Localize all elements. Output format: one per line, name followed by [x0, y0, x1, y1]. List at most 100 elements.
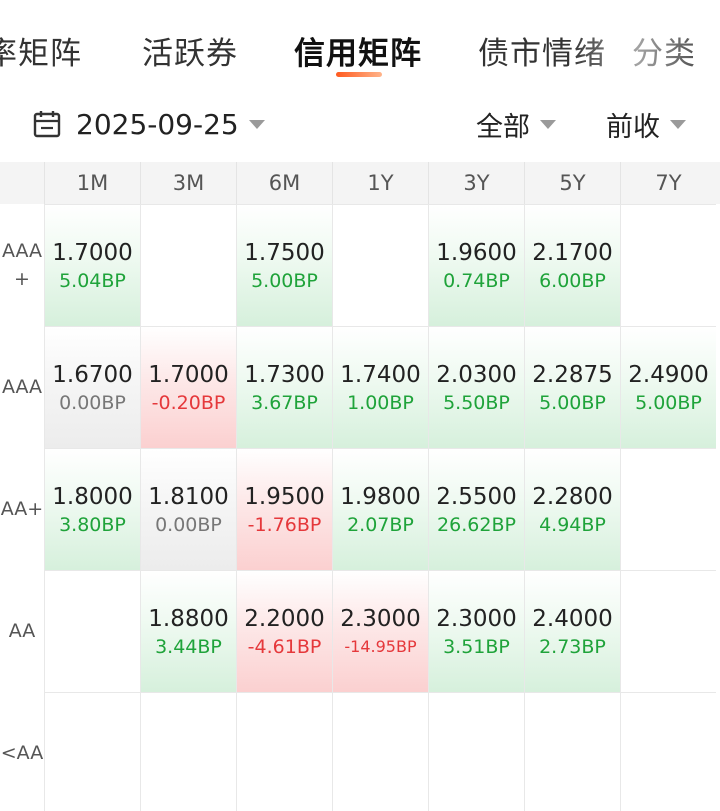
- chevron-down-icon: [248, 119, 265, 129]
- yield-value: 1.9500: [244, 483, 325, 510]
- tenor-header-7y: 7Y: [620, 162, 716, 204]
- bp-change: -14.95BP: [344, 636, 417, 656]
- active-tab-indicator: [336, 72, 382, 77]
- yield-value: 2.3000: [436, 605, 517, 632]
- matrix-cell[interactable]: 1.7000 -0.20BP: [140, 326, 236, 448]
- tenor-header-3y: 3Y: [428, 162, 524, 204]
- yield-value: 1.7000: [52, 239, 133, 266]
- matrix-cell[interactable]: 2.4900 5.00BP: [620, 326, 716, 448]
- tab-rate-matrix[interactable]: 率矩阵: [0, 28, 82, 73]
- price-type-dropdown[interactable]: 前收: [606, 104, 686, 144]
- matrix-cell[interactable]: 1.9800 2.07BP: [332, 448, 428, 570]
- tenor-header-3m: 3M: [140, 162, 236, 204]
- yield-value: 1.7000: [148, 361, 229, 388]
- empty-cell: [332, 204, 428, 326]
- scope-dropdown[interactable]: 全部: [476, 104, 556, 144]
- bp-change: 3.80BP: [59, 513, 126, 536]
- yield-value: 1.8000: [52, 483, 133, 510]
- bp-change: 4.94BP: [539, 513, 606, 536]
- matrix-cell[interactable]: 1.7500 5.00BP: [236, 204, 332, 326]
- bp-change: 3.67BP: [251, 391, 318, 414]
- calendar-icon: [33, 111, 61, 138]
- yield-value: 1.7400: [340, 361, 421, 388]
- matrix-cell[interactable]: 2.2800 4.94BP: [524, 448, 620, 570]
- bp-change: 0.74BP: [443, 269, 510, 292]
- bp-change: -4.61BP: [247, 635, 322, 658]
- rating-label: AAA: [1, 376, 43, 398]
- empty-cell: [140, 204, 236, 326]
- matrix-cell[interactable]: 1.7300 3.67BP: [236, 326, 332, 448]
- bp-change: 2.73BP: [539, 635, 606, 658]
- price-type-label: 前收: [606, 111, 660, 143]
- matrix-cell[interactable]: 1.7000 5.04BP: [44, 204, 140, 326]
- matrix-cell[interactable]: 2.2000 -4.61BP: [236, 570, 332, 692]
- empty-cell: [620, 448, 716, 570]
- matrix-cell[interactable]: 2.2875 5.00BP: [524, 326, 620, 448]
- tab-active-bonds[interactable]: 活跃券: [142, 28, 238, 73]
- matrix-cell[interactable]: 2.1700 6.00BP: [524, 204, 620, 326]
- tab-bond-sentiment[interactable]: 债市情绪: [478, 28, 606, 73]
- yield-value: 1.9600: [436, 239, 517, 266]
- scope-label: 全部: [476, 111, 530, 143]
- empty-cell: [44, 570, 140, 692]
- matrix-cell[interactable]: 2.4000 2.73BP: [524, 570, 620, 692]
- empty-cell: [524, 692, 620, 811]
- chevron-down-icon: [540, 119, 556, 129]
- empty-cell: [236, 692, 332, 811]
- bp-change: 1.00BP: [347, 391, 414, 414]
- bp-change: 5.00BP: [539, 391, 606, 414]
- tab-category[interactable]: 分类: [632, 28, 696, 73]
- rating-label: <AA: [0, 742, 44, 764]
- matrix-cell[interactable]: 1.6700 0.00BP: [44, 326, 140, 448]
- tab-credit-matrix[interactable]: 信用矩阵: [294, 28, 422, 73]
- chevron-down-icon: [670, 119, 686, 129]
- rating-label: AA: [8, 620, 36, 642]
- matrix-cell[interactable]: 1.8100 0.00BP: [140, 448, 236, 570]
- tenor-header-row: 1M 3M 6M 1Y 3Y 5Y 7Y: [0, 162, 720, 204]
- tenor-header-5y: 5Y: [524, 162, 620, 204]
- bp-change: 5.50BP: [443, 391, 510, 414]
- yield-value: 2.5500: [436, 483, 517, 510]
- matrix-cell[interactable]: 1.8000 3.80BP: [44, 448, 140, 570]
- bp-change: 0.00BP: [155, 513, 222, 536]
- yield-value: 2.4900: [628, 361, 709, 388]
- empty-cell: [428, 692, 524, 811]
- bp-change: 6.00BP: [539, 269, 606, 292]
- yield-value: 1.7300: [244, 361, 325, 388]
- yield-value: 1.6700: [52, 361, 133, 388]
- bp-change: 2.07BP: [347, 513, 414, 536]
- selected-date: 2025-09-25: [76, 107, 239, 141]
- header-corner: [0, 162, 44, 204]
- yield-value: 2.0300: [436, 361, 517, 388]
- yield-value: 1.8800: [148, 605, 229, 632]
- bp-change: -0.20BP: [151, 391, 226, 414]
- bp-change: 5.00BP: [251, 269, 318, 292]
- matrix-cell[interactable]: 2.3000 3.51BP: [428, 570, 524, 692]
- matrix-cell[interactable]: 1.9600 0.74BP: [428, 204, 524, 326]
- bp-change: -1.76BP: [247, 513, 322, 536]
- tenor-header-6m: 6M: [236, 162, 332, 204]
- empty-cell: [620, 204, 716, 326]
- matrix-cell[interactable]: 1.8800 3.44BP: [140, 570, 236, 692]
- yield-value: 1.7500: [244, 239, 325, 266]
- matrix-cell[interactable]: 1.9500 -1.76BP: [236, 448, 332, 570]
- empty-cell: [44, 692, 140, 811]
- yield-value: 2.2875: [532, 361, 613, 388]
- bp-change: 0.00BP: [59, 391, 126, 414]
- yield-value: 2.4000: [532, 605, 613, 632]
- matrix-cell[interactable]: 2.5500 26.62BP: [428, 448, 524, 570]
- matrix-cell[interactable]: 2.0300 5.50BP: [428, 326, 524, 448]
- yield-value: 2.2800: [532, 483, 613, 510]
- bp-change: 5.00BP: [635, 391, 702, 414]
- empty-cell: [332, 692, 428, 811]
- yield-value: 2.3000: [340, 605, 421, 632]
- empty-cell: [620, 692, 716, 811]
- date-picker[interactable]: 2025-09-25: [32, 104, 265, 144]
- yield-value: 1.8100: [148, 483, 229, 510]
- rating-label: AAA +: [1, 240, 43, 290]
- yield-value: 2.1700: [532, 239, 613, 266]
- matrix-cell[interactable]: 1.7400 1.00BP: [332, 326, 428, 448]
- filter-bar: 2025-09-25 全部 前收: [0, 92, 720, 162]
- yield-value: 1.9800: [340, 483, 421, 510]
- matrix-cell[interactable]: 2.3000 -14.95BP: [332, 570, 428, 692]
